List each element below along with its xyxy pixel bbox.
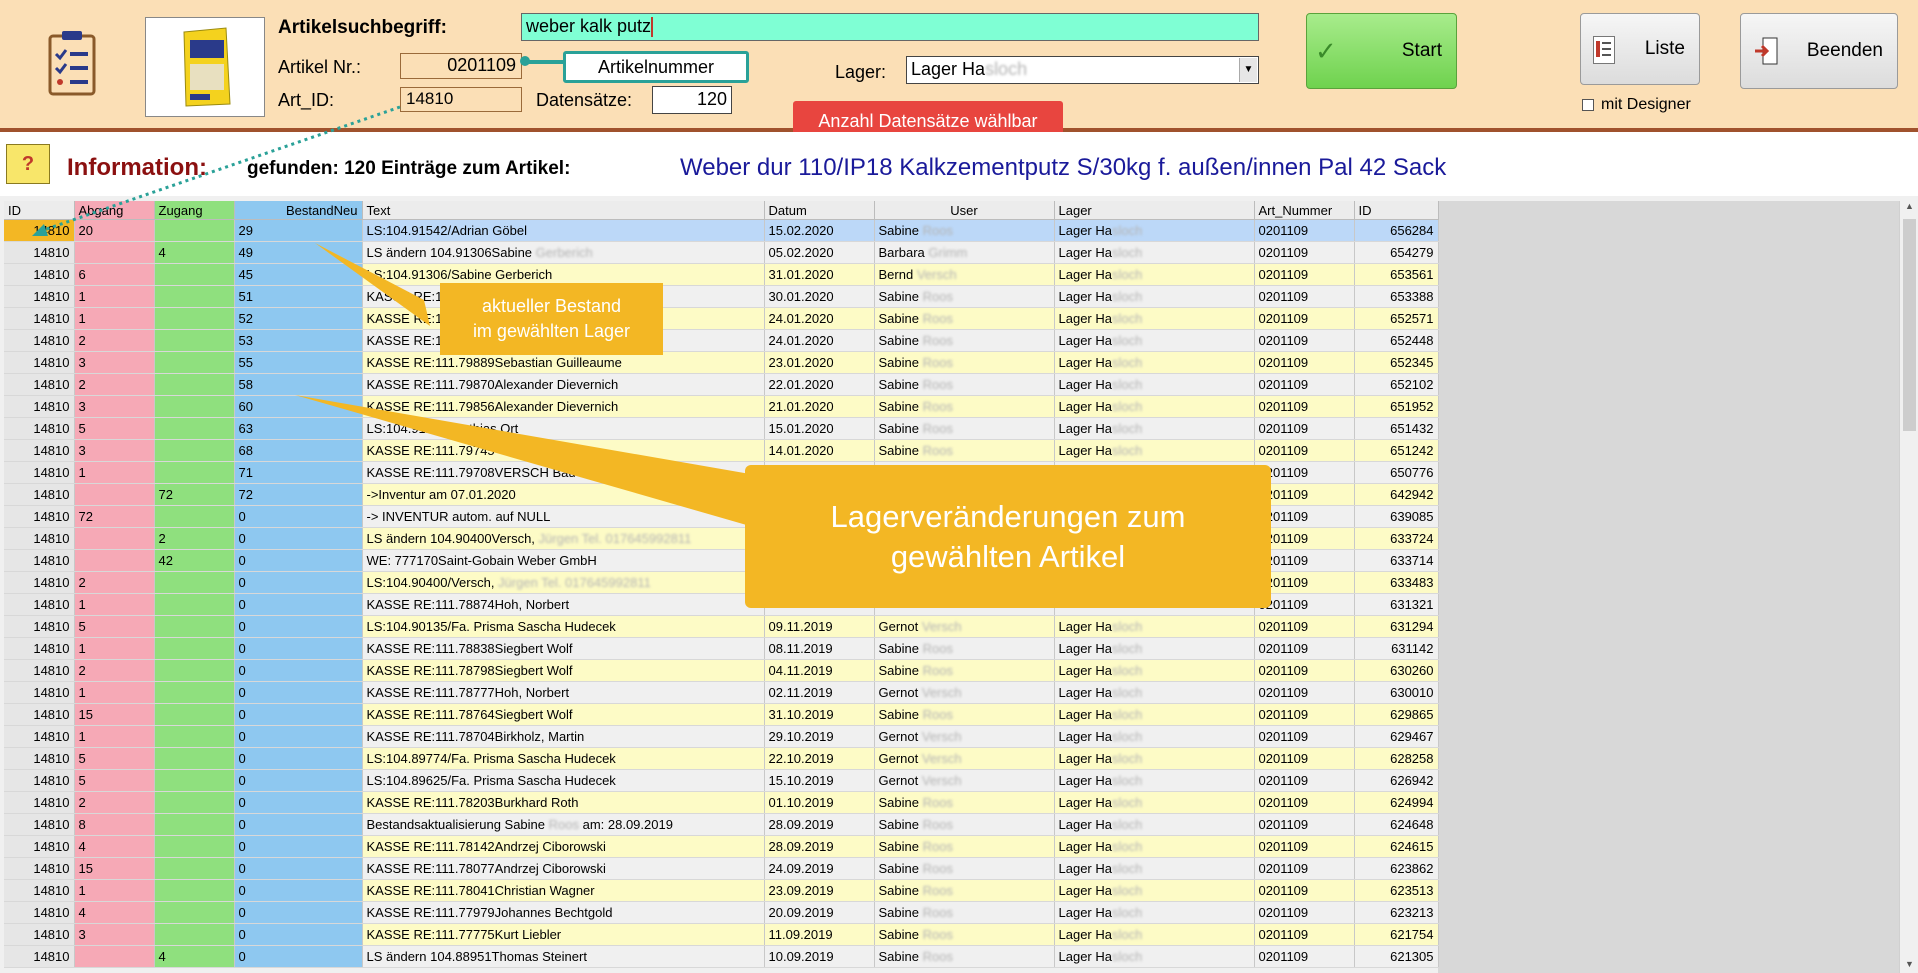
veraenderung-callout: Lagerveränderungen zum gewählten Artikel [745, 465, 1271, 608]
bestand-callout: aktueller Bestand im gewählten Lager [440, 283, 663, 355]
veraenderung-pointer [295, 395, 750, 526]
bestand-callout-line2: im gewählten Lager [472, 321, 631, 341]
dotted-connector [37, 105, 401, 234]
bestand-callout-line1: aktueller Bestand [481, 296, 622, 316]
arrow-head [32, 224, 48, 236]
veraenderung-callout-line2: gewählten Artikel [890, 538, 1126, 574]
bestand-pointer [315, 243, 430, 326]
veraenderung-callout-line1: Lagerveränderungen zum [830, 498, 1186, 534]
